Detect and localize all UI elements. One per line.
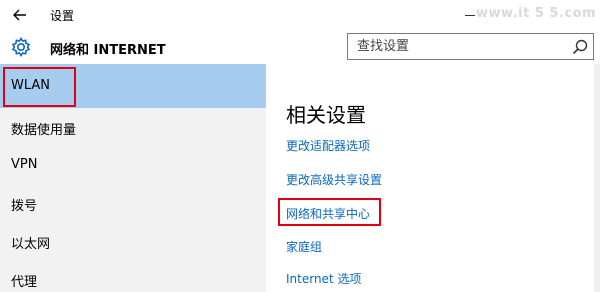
search-input[interactable] [348,34,563,59]
title-bar: 设置 www.it 5 5.com [0,0,600,30]
sidebar-item-wlan[interactable]: WLAN [0,64,266,108]
watermark-text: www.it 5 5.com [476,6,597,21]
search-box[interactable] [347,33,594,60]
sidebar-item-proxy[interactable]: 代理 [0,260,266,292]
link-network-sharing-center[interactable]: 网络和共享中心 [286,205,370,222]
gear-icon [11,37,31,57]
link-homegroup[interactable]: 家庭组 [286,238,322,255]
sidebar-item-label: 数据使用量 [11,123,77,138]
arrow-left-icon [13,9,26,21]
sidebar-item-label: 以太网 [11,237,51,252]
content-pane: 相关设置 更改适配器选项 更改高级共享设置 网络和共享中心 家庭组 Intern… [266,64,600,292]
sidebar: WLAN 数据使用量 VPN 拨号 以太网 代理 [0,64,266,292]
back-button[interactable] [8,4,32,26]
sidebar-item-label: 拨号 [11,199,38,214]
sidebar-item-vpn[interactable]: VPN [0,146,266,184]
window-title: 设置 [50,9,75,23]
link-internet-options[interactable]: Internet 选项 [286,270,361,287]
minimize-icon [465,15,475,16]
link-change-adapter-options[interactable]: 更改适配器选项 [286,137,370,154]
section-title: 相关设置 [286,103,366,127]
sidebar-item-label: VPN [11,157,38,172]
magnifier-icon[interactable] [571,38,589,56]
sidebar-item-ethernet[interactable]: 以太网 [0,222,266,260]
sidebar-item-data-usage[interactable]: 数据使用量 [0,108,266,146]
sidebar-item-dial-up[interactable]: 拨号 [0,184,266,222]
page-title: 网络和 INTERNET [50,43,166,58]
sidebar-item-label: 代理 [11,275,38,290]
scrollbar[interactable] [594,64,600,292]
link-advanced-sharing-settings[interactable]: 更改高级共享设置 [286,171,382,188]
sidebar-item-label: WLAN [11,78,51,93]
